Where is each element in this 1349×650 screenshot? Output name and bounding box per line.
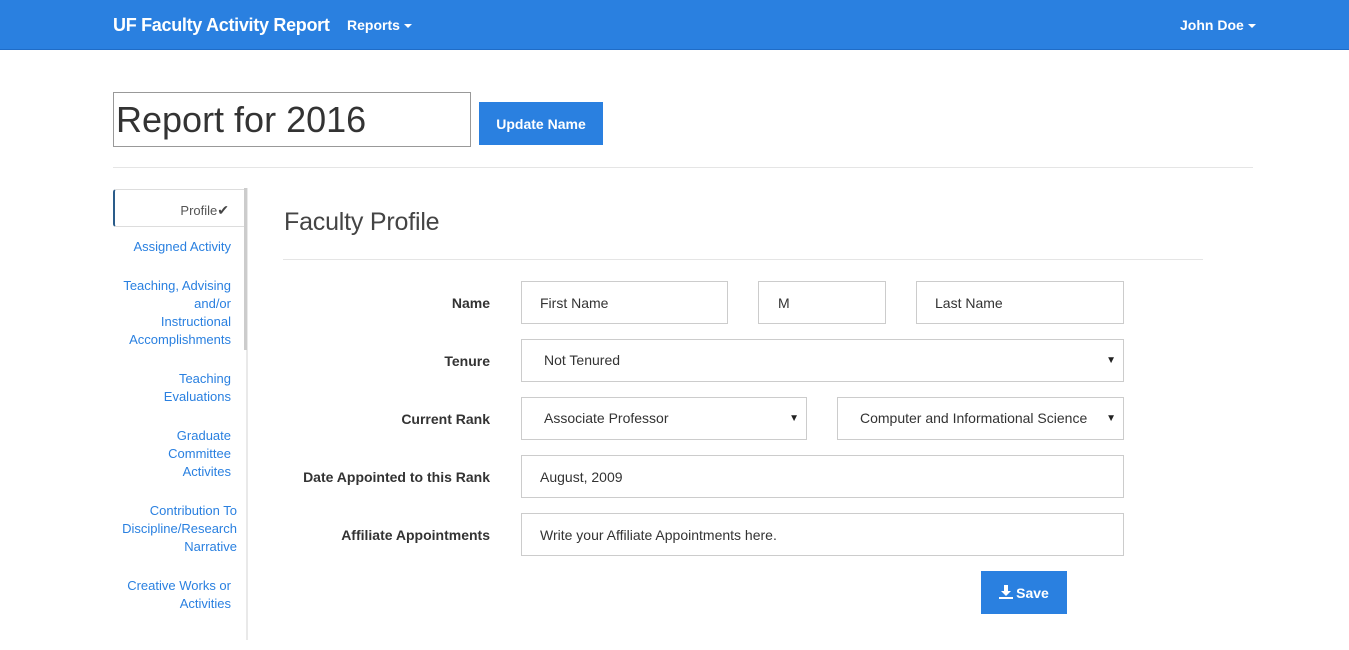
- caret-down-icon: [1247, 24, 1256, 29]
- sidebar-item-teaching-advising[interactable]: Teaching, Advising and/or Instructional …: [121, 277, 231, 349]
- sidebar-item-teaching-evaluations[interactable]: Teaching Evaluations: [151, 370, 231, 406]
- dropdown-arrow-icon: ▼: [1106, 355, 1116, 366]
- reports-menu-label: Reports: [347, 17, 400, 33]
- update-name-button[interactable]: Update Name: [479, 102, 603, 145]
- save-button[interactable]: Save: [981, 571, 1067, 614]
- name-label: Name: [451, 295, 490, 311]
- current-rank-label: Current Rank: [401, 411, 490, 427]
- top-navbar: UF Faculty Activity Report Reports John …: [0, 0, 1349, 50]
- divider: [113, 167, 1253, 168]
- affiliate-label: Affiliate Appointments: [341, 527, 490, 543]
- sidebar-item-assigned-activity[interactable]: Assigned Activity: [121, 238, 231, 256]
- sidebar-item-creative-works[interactable]: Creative Works or Activities: [121, 577, 231, 613]
- rank-select[interactable]: Associate Professor ▼: [521, 397, 807, 440]
- department-select-value: Computer and Informational Science: [860, 410, 1087, 426]
- divider: [283, 259, 1203, 260]
- first-name-input[interactable]: [521, 281, 728, 324]
- app-brand[interactable]: UF Faculty Activity Report: [113, 15, 330, 36]
- sidebar-item-profile[interactable]: Profile✔: [113, 189, 244, 227]
- sidebar-item-graduate-committee[interactable]: Graduate Committee Activites: [151, 427, 231, 481]
- save-button-label: Save: [1016, 584, 1049, 601]
- download-icon: [999, 584, 1014, 601]
- user-menu[interactable]: John Doe: [1180, 17, 1256, 33]
- section-title: Faculty Profile: [284, 208, 440, 236]
- dropdown-arrow-icon: ▼: [1106, 413, 1116, 424]
- tenure-select-value: Not Tenured: [544, 352, 621, 368]
- last-name-input[interactable]: [916, 281, 1124, 324]
- date-appointed-input[interactable]: [521, 455, 1124, 498]
- middle-initial-input[interactable]: [758, 281, 886, 324]
- affiliate-appointments-input[interactable]: [521, 513, 1124, 556]
- caret-down-icon: [403, 24, 412, 29]
- tenure-select[interactable]: Not Tenured ▼: [521, 339, 1124, 382]
- reports-menu[interactable]: Reports: [347, 17, 412, 33]
- date-appointed-label: Date Appointed to this Rank: [303, 469, 490, 485]
- user-menu-label: John Doe: [1180, 17, 1244, 33]
- sidebar-nav: Profile✔ Assigned Activity Teaching, Adv…: [113, 188, 248, 640]
- rank-select-value: Associate Professor: [544, 410, 669, 426]
- report-name-input[interactable]: [113, 92, 471, 147]
- sidebar-item-label: Profile: [180, 203, 218, 218]
- sidebar-item-contribution[interactable]: Contribution To Discipline/Research Narr…: [119, 502, 237, 556]
- dropdown-arrow-icon: ▼: [789, 413, 799, 424]
- department-select[interactable]: Computer and Informational Science ▼: [837, 397, 1124, 440]
- tenure-label: Tenure: [444, 353, 490, 369]
- checkmark-icon: ✔: [217, 202, 229, 218]
